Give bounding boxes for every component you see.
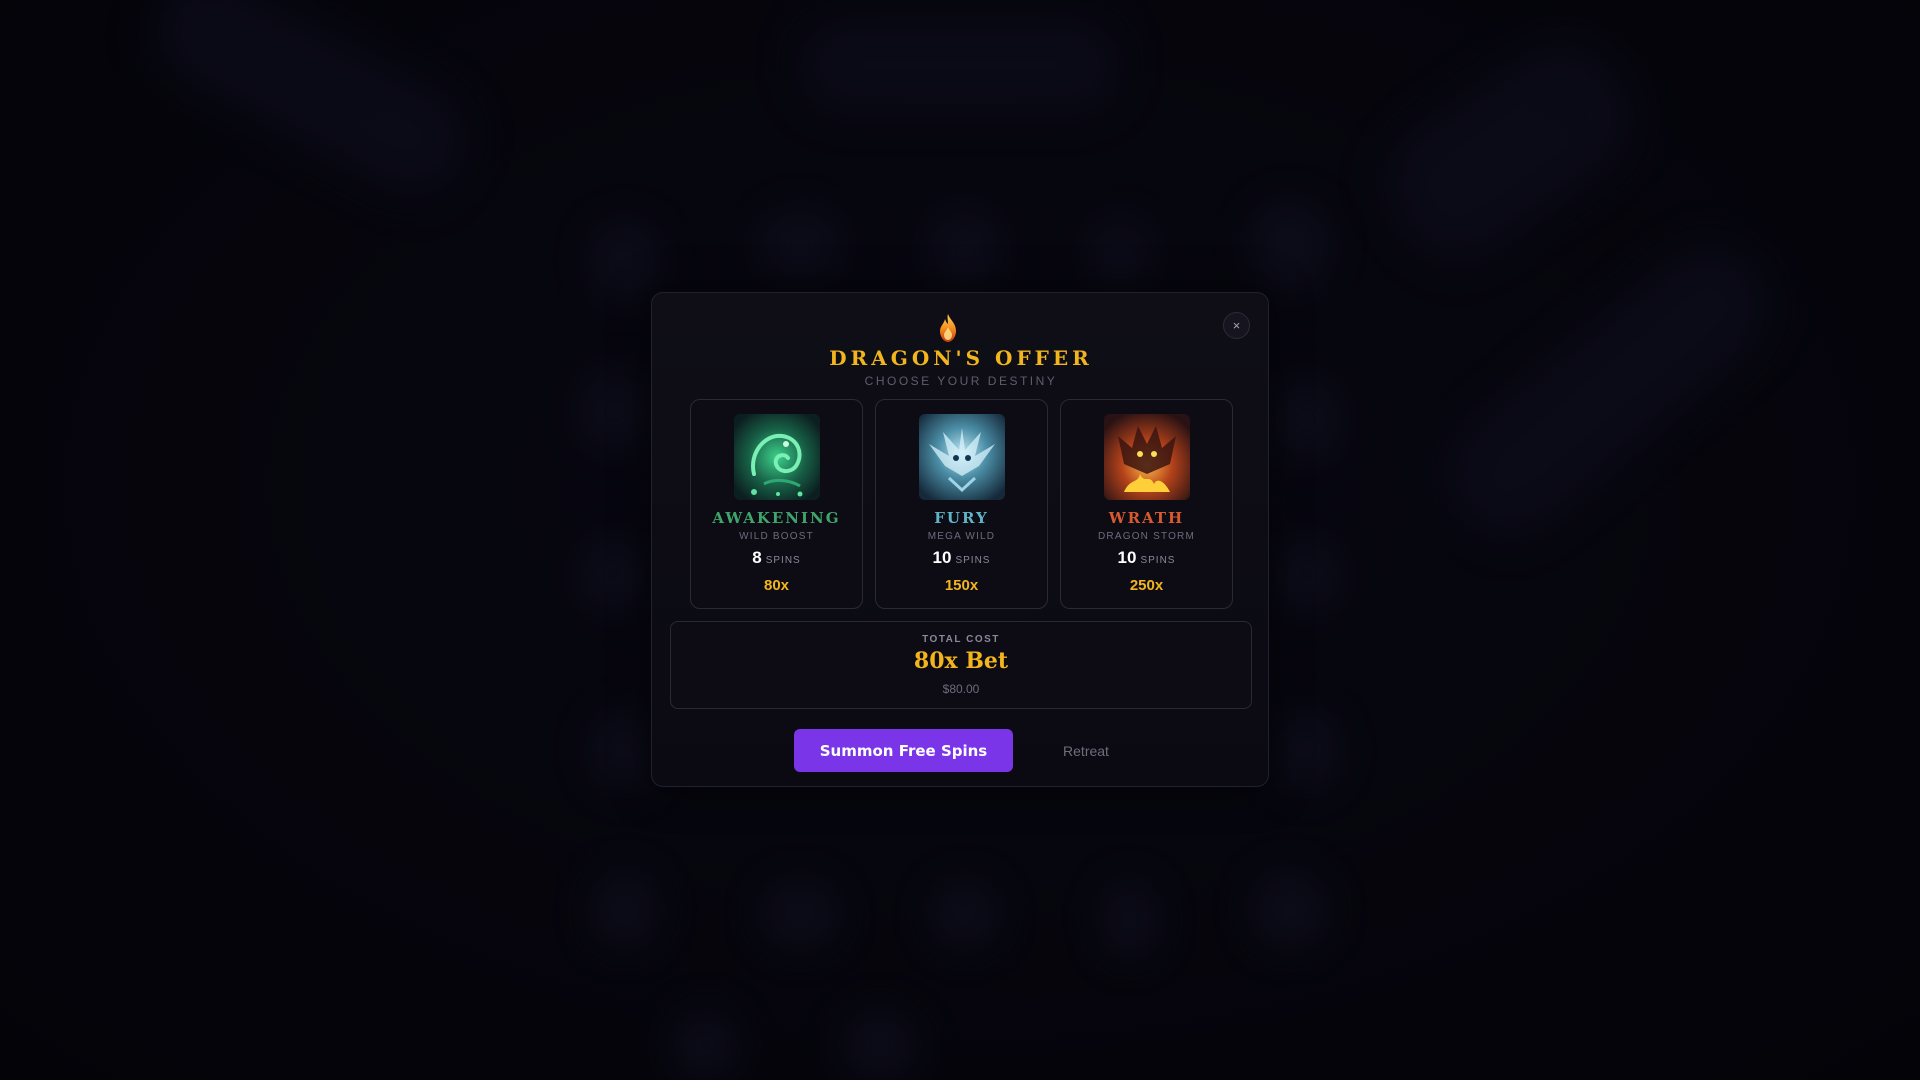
option-card-wrath[interactable]: WRATH DRAGON STORM 10 SPINS 250x xyxy=(1060,399,1233,609)
option-multiplier: 80x xyxy=(763,577,790,594)
ice-dragon-art xyxy=(919,414,1005,500)
total-cost-label: TOTAL COST xyxy=(922,634,1000,645)
spins-unit: SPINS xyxy=(1140,555,1176,566)
spins-count: 10 xyxy=(932,548,952,567)
option-multiplier: 250x xyxy=(1129,577,1164,594)
flame-icon xyxy=(940,314,956,342)
option-subtitle: DRAGON STORM xyxy=(1098,531,1195,542)
dialog-subtitle: CHOOSE YOUR DESTINY xyxy=(864,374,1058,388)
option-name: AWAKENING xyxy=(712,509,841,527)
spins-count: 10 xyxy=(1117,548,1137,567)
game-background: × DRAGON'S OFFER CHOOSE YOUR DESTINY AWA… xyxy=(0,0,1920,1080)
option-multiplier: 150x xyxy=(944,577,979,594)
option-spins: 10 SPINS xyxy=(1061,548,1232,568)
option-subtitle: MEGA WILD xyxy=(927,531,996,542)
dragons-offer-dialog: × DRAGON'S OFFER CHOOSE YOUR DESTINY AWA… xyxy=(651,292,1269,787)
option-name: WRATH xyxy=(1108,509,1185,527)
retreat-button[interactable]: Retreat xyxy=(1038,729,1134,772)
spins-unit: SPINS xyxy=(765,555,801,566)
option-subtitle: WILD BOOST xyxy=(739,531,814,542)
option-spins: 8 SPINS xyxy=(691,548,862,568)
spins-count: 8 xyxy=(752,548,762,567)
dialog-title: DRAGON'S OFFER xyxy=(829,346,1093,370)
total-cost-panel: TOTAL COST 80x Bet $80.00 xyxy=(670,621,1252,709)
close-button[interactable]: × xyxy=(1223,312,1250,339)
option-spins: 10 SPINS xyxy=(876,548,1047,568)
total-cost-value: 80x Bet xyxy=(913,648,1009,674)
green-dragon-art xyxy=(734,414,820,500)
total-cost-amount: $80.00 xyxy=(942,682,980,696)
option-name: FURY xyxy=(934,509,989,527)
option-card-awakening[interactable]: AWAKENING WILD BOOST 8 SPINS 80x xyxy=(690,399,863,609)
fire-dragon-art xyxy=(1104,414,1190,500)
spins-unit: SPINS xyxy=(955,555,991,566)
summon-free-spins-button[interactable]: Summon Free Spins xyxy=(794,729,1013,772)
option-card-fury[interactable]: FURY MEGA WILD 10 SPINS 150x xyxy=(875,399,1048,609)
close-icon: × xyxy=(1232,318,1241,333)
